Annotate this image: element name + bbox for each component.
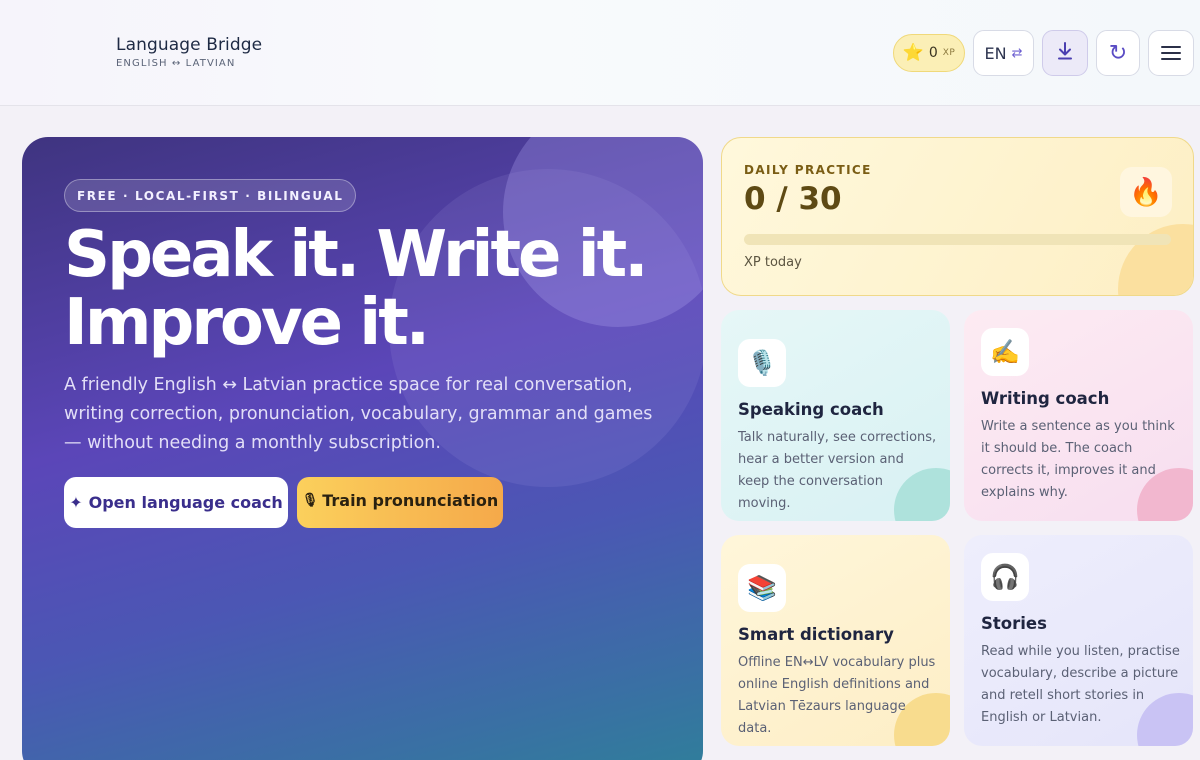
swap-icon: ⇄ — [1011, 45, 1023, 61]
download-button[interactable] — [1042, 30, 1088, 76]
xp-value: 0 — [928, 45, 938, 61]
card-title: Speaking coach — [738, 400, 884, 419]
sparkle-icon: ✦ — [69, 493, 83, 512]
hamburger-icon — [1161, 46, 1181, 60]
writing-hand-icon: ✍️ — [981, 328, 1029, 376]
books-icon: 📚 — [738, 564, 786, 612]
xp-unit: XP — [942, 48, 956, 58]
card-title: Writing coach — [981, 389, 1110, 408]
xp-badge: ⭐ 0 XP — [893, 34, 965, 72]
hero-title-line-2: Improve it. — [64, 286, 430, 360]
fire-icon: 🔥 — [1120, 167, 1172, 217]
top-bar: Language Bridge ENGLISH ↔ LATVIAN ⭐ 0 XP… — [0, 0, 1200, 106]
daily-practice-count: 0 / 30 — [744, 181, 842, 217]
app-title: Language Bridge — [116, 35, 263, 55]
refresh-button[interactable]: ↻ — [1096, 30, 1140, 76]
card-title: Smart dictionary — [738, 625, 894, 644]
speaking-coach-card[interactable]: 🎙️ Speaking coach Talk naturally, see co… — [721, 310, 950, 521]
card-title: Stories — [981, 614, 1047, 633]
card-description: Offline EN↔LV vocabulary plus online Eng… — [738, 655, 936, 736]
microphone-icon: 🎙️ — [738, 339, 786, 387]
card-description: Talk naturally, see corrections, hear a … — [738, 430, 937, 511]
train-pronunciation-button[interactable]: 🎙 Train pronunciation — [297, 477, 503, 528]
open-language-coach-button[interactable]: ✦ Open language coach — [64, 477, 288, 528]
refresh-icon: ↻ — [1108, 40, 1128, 66]
writing-coach-card[interactable]: ✍️ Writing coach Write a sentence as you… — [964, 310, 1193, 521]
hero-description: A friendly English ↔ Latvian practice sp… — [64, 375, 653, 453]
daily-practice-label: DAILY PRACTICE — [744, 163, 872, 177]
language-toggle-button[interactable]: EN ⇄ — [973, 30, 1034, 76]
download-icon — [1056, 41, 1074, 65]
microphone-icon: 🎙 — [301, 493, 319, 508]
card-description: Read while you listen, practise vocabula… — [981, 644, 1180, 725]
app-subtitle: ENGLISH ↔ LATVIAN — [116, 58, 236, 69]
language-label: EN — [984, 43, 1007, 63]
daily-caption: XP today — [744, 255, 802, 270]
hero-badge: FREE · LOCAL-FIRST · BILINGUAL — [64, 179, 357, 212]
star-icon: ⭐ — [902, 43, 924, 63]
hero-title: Speak it. Write it. Improve it. — [64, 221, 684, 357]
hero-title-line-1: Speak it. Write it. — [64, 218, 649, 292]
smart-dictionary-card[interactable]: 📚 Smart dictionary Offline EN↔LV vocabul… — [721, 535, 950, 746]
hero-panel: FREE · LOCAL-FIRST · BILINGUAL Speak it.… — [22, 137, 703, 760]
daily-practice-card: DAILY PRACTICE 0 / 30 XP today 🔥 — [721, 137, 1194, 296]
train-pronunciation-label: Train pronunciation — [322, 491, 499, 510]
menu-button[interactable] — [1148, 30, 1194, 76]
card-description: Write a sentence as you think it should … — [981, 419, 1175, 500]
daily-progress-bar — [744, 234, 1171, 245]
open-language-coach-label: Open language coach — [88, 493, 283, 512]
stories-card[interactable]: 🎧 Stories Read while you listen, practis… — [964, 535, 1193, 746]
headphones-icon: 🎧 — [981, 553, 1029, 601]
